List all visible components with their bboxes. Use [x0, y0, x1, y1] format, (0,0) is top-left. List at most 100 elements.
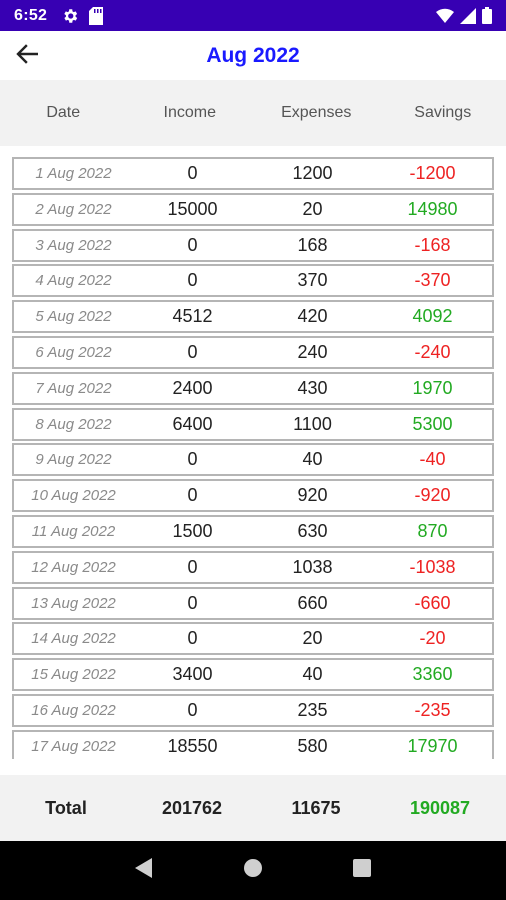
column-header: Date Income Expenses Savings — [0, 80, 506, 146]
list-item[interactable]: 17 Aug 2022 18550 580 17970 — [12, 729, 494, 759]
row-income: 2400 — [172, 377, 213, 398]
back-button[interactable] — [12, 41, 42, 71]
row-savings: 3360 — [412, 664, 453, 685]
total-income: 201762 — [161, 797, 223, 818]
row-expenses: 40 — [302, 664, 323, 685]
row-expenses: 370 — [297, 270, 328, 291]
nav-back-button[interactable] — [124, 851, 164, 891]
row-expenses: 40 — [302, 449, 323, 470]
list-item[interactable]: 6 Aug 2022 0 240 -240 — [12, 336, 494, 369]
row-savings: -1038 — [409, 556, 456, 577]
row-income: 18550 — [167, 735, 218, 756]
list-item[interactable]: 1 Aug 2022 0 1200 -1200 — [12, 157, 494, 190]
row-date: 14 Aug 2022 — [31, 630, 116, 648]
navigation-bar — [0, 841, 506, 900]
status-right-icons — [436, 7, 492, 24]
wifi-icon — [436, 8, 454, 24]
row-income: 0 — [187, 234, 198, 255]
row-savings: -920 — [414, 485, 451, 506]
total-savings: 190087 — [409, 797, 471, 818]
status-time: 6:52 — [14, 6, 48, 24]
row-savings: -240 — [414, 342, 451, 362]
list-item[interactable]: 5 Aug 2022 4512 420 4092 — [12, 300, 494, 334]
list-item[interactable]: 7 Aug 2022 2400 430 1970 — [12, 371, 494, 405]
row-expenses: 20 — [302, 628, 323, 649]
row-income: 0 — [187, 449, 198, 470]
row-income: 3400 — [172, 664, 213, 685]
row-expenses: 420 — [297, 306, 328, 327]
row-date: 11 Aug 2022 — [31, 523, 116, 540]
column-header-expenses: Expenses — [281, 104, 352, 121]
list-item[interactable]: 15 Aug 2022 3400 40 3360 — [12, 658, 494, 692]
row-date: 17 Aug 2022 — [31, 737, 116, 755]
row-expenses: 1038 — [292, 556, 333, 577]
row-savings: -168 — [414, 234, 451, 255]
row-date: 3 Aug 2022 — [35, 236, 112, 254]
row-date: 5 Aug 2022 — [35, 308, 112, 326]
row-income: 0 — [187, 556, 198, 577]
nav-recents-button[interactable] — [342, 851, 382, 891]
row-income: 4512 — [172, 306, 213, 327]
list-item[interactable]: 3 Aug 2022 0 168 -168 — [12, 228, 494, 262]
row-savings: 4092 — [412, 306, 453, 327]
total-bar: Total 201762 11675 190087 — [0, 775, 506, 841]
row-date: 4 Aug 2022 — [35, 272, 112, 290]
row-expenses: 920 — [297, 485, 328, 506]
column-header-date: Date — [46, 104, 81, 121]
row-date: 8 Aug 2022 — [35, 415, 112, 433]
row-income: 15000 — [167, 198, 218, 219]
row-expenses: 580 — [297, 735, 328, 756]
row-income: 6400 — [172, 413, 213, 434]
row-date: 2 Aug 2022 — [35, 200, 112, 218]
list-item[interactable]: 13 Aug 2022 0 660 -660 — [12, 586, 494, 620]
list-item[interactable]: 10 Aug 2022 0 920 -920 — [12, 479, 494, 513]
row-expenses: 1100 — [293, 413, 332, 434]
row-savings: -370 — [414, 270, 451, 291]
row-expenses: 630 — [297, 521, 328, 541]
row-savings: 17970 — [407, 735, 458, 756]
row-date: 15 Aug 2022 — [31, 666, 116, 684]
arrow-left-icon — [16, 43, 39, 69]
list-item[interactable]: 2 Aug 2022 15000 20 14980 — [12, 192, 494, 226]
row-date: 1 Aug 2022 — [35, 165, 112, 182]
list-item[interactable]: 11 Aug 2022 1500 630 870 — [12, 515, 494, 548]
back-triangle-icon — [134, 857, 154, 884]
row-expenses: 1200 — [292, 163, 333, 183]
row-expenses: 430 — [297, 377, 328, 398]
row-date: 12 Aug 2022 — [31, 558, 116, 576]
list-item[interactable]: 14 Aug 2022 0 20 -20 — [12, 622, 494, 656]
row-date: 7 Aug 2022 — [35, 379, 112, 397]
row-date: 10 Aug 2022 — [31, 487, 116, 505]
daily-list[interactable]: 1 Aug 2022 0 1200 -1200 2 Aug 2022 15000 20 149… — [12, 157, 495, 759]
list-item[interactable]: 4 Aug 2022 0 370 -370 — [12, 264, 494, 298]
total-label: Total — [45, 797, 87, 818]
row-date: 6 Aug 2022 — [35, 344, 112, 361]
nav-home-button[interactable] — [233, 851, 273, 891]
status-bar: 6:52 — [0, 0, 506, 31]
list-item[interactable]: 9 Aug 2022 0 40 -40 — [12, 443, 494, 477]
row-savings: 870 — [417, 521, 448, 541]
row-income: 0 — [187, 592, 198, 613]
row-date: 16 Aug 2022 — [31, 702, 116, 719]
row-savings: -40 — [419, 449, 446, 470]
row-savings: 14980 — [407, 198, 458, 219]
row-savings: 1970 — [412, 377, 453, 398]
list-item[interactable]: 8 Aug 2022 6400 1100 5300 — [12, 407, 494, 441]
row-expenses: 20 — [302, 198, 323, 219]
row-income: 0 — [187, 342, 198, 362]
column-header-income: Income — [163, 104, 216, 121]
page-title: Aug 2022 — [206, 43, 300, 67]
total-expenses: 11675 — [291, 797, 341, 818]
row-expenses: 240 — [297, 342, 328, 362]
signal-icon — [460, 7, 476, 24]
gear-icon — [61, 7, 79, 25]
row-income: 1500 — [172, 521, 213, 541]
list-item[interactable]: 12 Aug 2022 0 1038 -1038 — [12, 550, 494, 584]
row-income: 0 — [187, 163, 198, 183]
row-income: 0 — [187, 628, 198, 649]
row-income: 0 — [187, 700, 198, 720]
row-savings: -235 — [414, 700, 451, 720]
list-item[interactable]: 16 Aug 2022 0 235 -235 — [12, 694, 494, 727]
home-circle-icon — [243, 858, 263, 883]
battery-icon — [482, 7, 492, 24]
